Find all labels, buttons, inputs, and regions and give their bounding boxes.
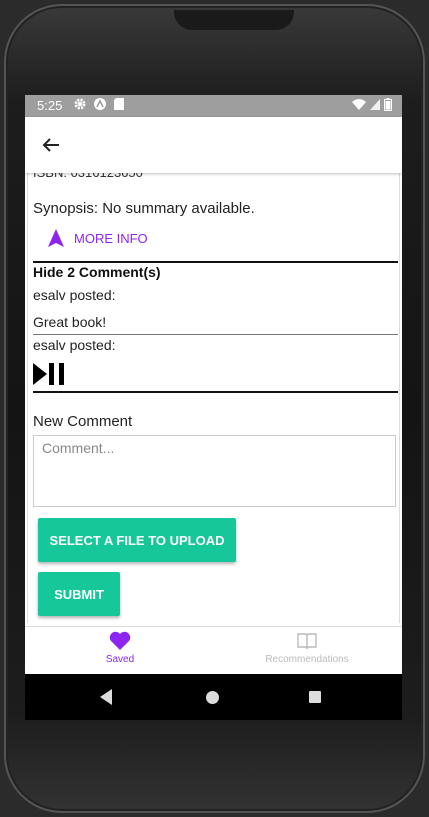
divider	[33, 261, 398, 263]
status-icons-right	[352, 98, 392, 111]
book-icon	[297, 633, 317, 650]
status-time: 5:25	[37, 98, 63, 113]
notification-icon	[94, 98, 106, 110]
bottom-navigation: Saved Recommendations	[25, 626, 402, 675]
comment-text: Great book!	[33, 314, 107, 330]
submit-button[interactable]: SUBMIT	[38, 572, 120, 616]
select-file-button[interactable]: SELECT A FILE TO UPLOAD	[38, 518, 236, 562]
signal-icon	[370, 99, 380, 110]
sd-card-icon	[114, 98, 124, 110]
status-bar: 5:25	[25, 95, 402, 117]
screen: 5:25 ISBN: 0316123650 Synopsis: No summa…	[25, 95, 402, 720]
status-icons-left	[73, 97, 125, 111]
navigation-arrow-icon	[48, 229, 64, 247]
recents-icon[interactable]	[309, 691, 321, 703]
book-detail-content: ISBN: 0316123650 Synopsis: No summary av…	[25, 165, 402, 623]
divider	[33, 391, 398, 393]
settings-icon	[74, 98, 86, 110]
app-bar	[25, 117, 402, 173]
heart-icon	[109, 631, 131, 650]
more-info-label: MORE INFO	[74, 230, 148, 246]
more-info-button[interactable]: MORE INFO	[48, 229, 148, 247]
comment-input[interactable]: Comment...	[33, 435, 396, 507]
battery-icon	[384, 98, 392, 111]
back-icon[interactable]	[100, 689, 112, 705]
back-arrow-icon[interactable]	[39, 133, 63, 157]
toggle-comments[interactable]: Hide 2 Comment(s)	[33, 264, 161, 280]
nav-saved[interactable]: Saved	[40, 631, 200, 665]
system-navigation-bar	[25, 674, 402, 720]
home-icon[interactable]	[206, 691, 219, 704]
nav-recommendations[interactable]: Recommendations	[227, 631, 387, 665]
nav-recommendations-label: Recommendations	[265, 654, 349, 665]
new-comment-label: New Comment	[33, 413, 133, 430]
comment-author: esalv posted:	[33, 287, 116, 303]
nav-saved-label: Saved	[105, 654, 135, 665]
play-pause-icon[interactable]	[33, 363, 69, 390]
book-card: ISBN: 0316123650 Synopsis: No summary av…	[27, 165, 400, 623]
synopsis-text: Synopsis: No summary available.	[33, 200, 255, 217]
comment-divider	[33, 334, 398, 335]
speaker-grille	[174, 10, 294, 30]
comment-author: esalv posted:	[33, 337, 116, 353]
wifi-icon	[352, 98, 366, 110]
